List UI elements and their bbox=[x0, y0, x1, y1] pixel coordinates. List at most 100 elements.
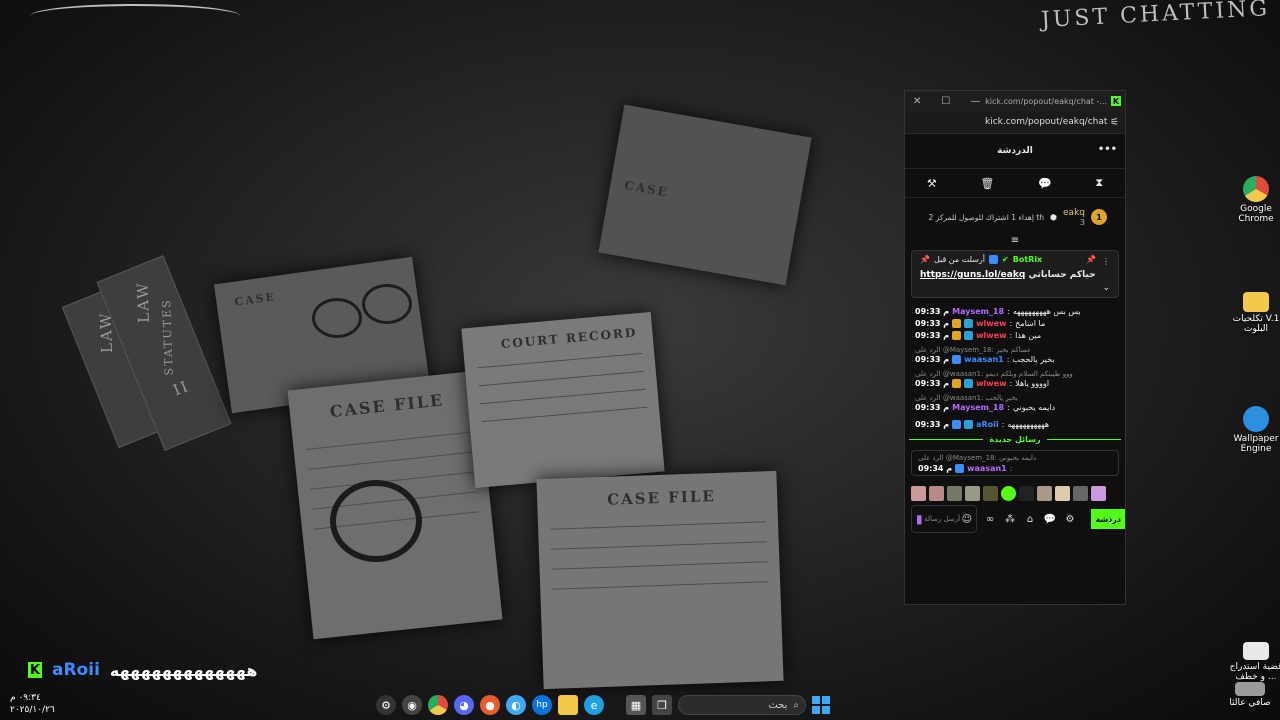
discord-icon[interactable]: ◕ bbox=[454, 695, 474, 715]
dots-menu-icon[interactable]: ⋮ bbox=[1102, 257, 1110, 266]
trash-icon[interactable]: 🗑 bbox=[980, 177, 994, 190]
more-options-icon[interactable]: ••• bbox=[1098, 144, 1117, 155]
chat-message[interactable]: 09:34 م waasan1: bbox=[918, 464, 1112, 473]
message-text: دايمه يحبوني bbox=[1012, 403, 1056, 412]
emote-icon[interactable] bbox=[965, 486, 980, 501]
leaderboard-count: 3 bbox=[1079, 217, 1085, 227]
pinned-message[interactable]: ⋮ 📌 أرسلت من قبل ✔ BotRix 📌 https://guns… bbox=[911, 250, 1119, 298]
desktop-icon-game[interactable]: صافي عالثا bbox=[1222, 682, 1278, 708]
hp-icon[interactable]: hp bbox=[532, 695, 552, 715]
desktop-icon-folder[interactable]: تكلحيات V.1 البلوت bbox=[1228, 292, 1280, 334]
book-volume: II bbox=[170, 376, 193, 400]
new-messages-label: رسائل جديدة bbox=[989, 435, 1041, 444]
reply-context[interactable]: الرد على @Maysem_18: عساكم بخير bbox=[915, 346, 1115, 354]
chat-message[interactable]: 09:33 م waasan1: بخير يالحجب bbox=[915, 355, 1115, 364]
windows-start-icon[interactable] bbox=[812, 696, 830, 714]
message-username[interactable]: waasan1 bbox=[964, 355, 1004, 364]
message-username[interactable]: Maysem_18 bbox=[952, 403, 1004, 412]
message-username[interactable]: waasan1 bbox=[967, 464, 1007, 473]
task-view-icon[interactable]: ❐ bbox=[652, 695, 672, 715]
chrome-taskbar-icon[interactable] bbox=[428, 695, 448, 715]
store-icon[interactable]: ▦ bbox=[626, 695, 646, 715]
edge-icon[interactable]: e bbox=[584, 695, 604, 715]
app-icon[interactable]: ● bbox=[480, 695, 500, 715]
emote-icon[interactable] bbox=[1019, 486, 1034, 501]
emote-icon[interactable] bbox=[947, 486, 962, 501]
crown-badge-icon bbox=[952, 379, 962, 388]
chat-input[interactable]: ▮ أرسل رسالة ☺ bbox=[911, 505, 977, 533]
case-file-title: CASE FILE bbox=[328, 390, 446, 422]
message-username[interactable]: wlwew bbox=[976, 331, 1006, 340]
emote-icon[interactable] bbox=[1091, 486, 1106, 501]
message-time: 09:33 م bbox=[915, 319, 950, 328]
emote-icon[interactable] bbox=[1037, 486, 1052, 501]
desktop-icon-label: صافي عالثا bbox=[1229, 698, 1271, 708]
hourglass-icon[interactable]: ⧗ bbox=[1095, 176, 1103, 190]
input-placeholder: أرسل رسالة bbox=[924, 515, 961, 523]
message-username[interactable]: wlwew bbox=[976, 379, 1006, 388]
hammer-icon[interactable]: ⚒ bbox=[927, 177, 937, 190]
glasses-left bbox=[312, 298, 362, 338]
chat-bubble-icon[interactable]: 💬 bbox=[1038, 177, 1052, 190]
message-username[interactable]: wlwew bbox=[976, 319, 1006, 328]
emote-icon[interactable] bbox=[929, 486, 944, 501]
sub-badge-icon bbox=[964, 420, 974, 429]
chat-message[interactable]: 09:33 م wlwew: ما اسامح bbox=[915, 319, 1115, 328]
collapse-icon[interactable]: ≡ bbox=[905, 236, 1125, 248]
emote-icon[interactable] bbox=[983, 486, 998, 501]
system-clock[interactable]: ٠٩:٣٤ م ٢٠٢٥/١٠/٢٦ bbox=[10, 692, 55, 716]
chat-message[interactable]: 09:33 م Maysem_18: بس بس هههههههههه bbox=[915, 307, 1115, 316]
desktop-icon-wallpaper-engine[interactable]: Wallpaper Engine bbox=[1228, 406, 1280, 454]
chat-message[interactable]: 09:33 م Maysem_18: دايمه يحبوني bbox=[915, 403, 1115, 412]
file-explorer-icon[interactable] bbox=[558, 695, 578, 715]
chat-message[interactable]: 09:33 م wlwew: اوووو ياهلا bbox=[915, 379, 1115, 388]
close-icon[interactable]: ✕ bbox=[913, 96, 921, 107]
minimize-icon[interactable]: — bbox=[970, 96, 980, 107]
tab-url: kick.com/popout/eakq/chat -... bbox=[985, 96, 1107, 106]
address-bar[interactable]: kick.com/popout/eakq/chat ⚟ bbox=[905, 111, 1125, 134]
chat-bubble-icon[interactable]: 💬 bbox=[1043, 514, 1057, 525]
pinned-link[interactable]: https://guns.lol/eakq bbox=[920, 270, 1025, 280]
message-username[interactable]: aRoii bbox=[976, 420, 999, 429]
maximize-icon[interactable]: ☐ bbox=[941, 96, 950, 107]
emote-icon[interactable] bbox=[911, 486, 926, 501]
taskbar-search[interactable]: بحث ⌕ bbox=[678, 695, 806, 715]
verified-emote-icon[interactable] bbox=[1001, 486, 1016, 501]
site-settings-icon[interactable]: ⚟ bbox=[1110, 117, 1119, 128]
sub-badge-icon bbox=[964, 379, 974, 388]
message-text: بس بس هههههههههه bbox=[1012, 307, 1081, 316]
emote-icon[interactable] bbox=[1073, 486, 1088, 501]
chat-message[interactable]: 09:33 م wlwew: مين هذا bbox=[915, 331, 1115, 340]
reply-context[interactable]: الرد على @waasan1: ووو طيبتكم السلام وبل… bbox=[915, 370, 1115, 378]
gear-icon[interactable]: ⚙ bbox=[1063, 514, 1077, 525]
reply-context[interactable]: الرد على @waasan1: بخير يالحب bbox=[915, 394, 1115, 402]
gift-leaderboard[interactable]: إهداء 1 اشتراك للوصول للمركز 2 th ⬢ eakq… bbox=[905, 198, 1125, 236]
desktop-icon-document[interactable]: قضية استدراج ... و خطف bbox=[1228, 642, 1280, 682]
message-text: بخير يالحجب bbox=[1012, 355, 1055, 364]
gift-icon: ⬢ bbox=[1050, 212, 1058, 222]
desktop-icon-chrome[interactable]: Google Chrome bbox=[1228, 176, 1280, 224]
case-file-paper-2: CASE FILE bbox=[536, 470, 784, 690]
chat-message[interactable]: 09:33 م aRoii: ههههههههههه bbox=[915, 420, 1115, 429]
case-label: CASE bbox=[623, 177, 670, 200]
obs-icon[interactable]: ◉ bbox=[402, 695, 422, 715]
court-record-title: COURT RECORD bbox=[500, 325, 638, 352]
emoji-icon[interactable]: ☺ bbox=[962, 514, 972, 525]
case-file-title: CASE FILE bbox=[606, 487, 717, 509]
browser-icon[interactable]: ◐ bbox=[506, 695, 526, 715]
settings-icon[interactable]: ⚙ bbox=[376, 695, 396, 715]
message-username[interactable]: Maysem_18 bbox=[952, 307, 1004, 316]
infinity-icon[interactable]: ∞ bbox=[983, 514, 997, 525]
users-icon[interactable]: ⁂ bbox=[1003, 514, 1017, 525]
emote-icon[interactable] bbox=[1055, 486, 1070, 501]
overlay-message: هههههههههههههه bbox=[109, 660, 258, 680]
leaderboard-user: eakq 3 bbox=[1063, 208, 1085, 227]
latest-reply-message[interactable]: الرد على @Maysem_18: دايمه يحبوني 09:34 … bbox=[911, 450, 1119, 476]
send-chat-button[interactable]: دردشة bbox=[1091, 509, 1125, 529]
store-icon[interactable]: ⌂ bbox=[1023, 514, 1037, 525]
pinned-prefix: أرسلت من قبل bbox=[933, 255, 986, 264]
mic-icon[interactable]: ▮ bbox=[916, 512, 923, 526]
case-label: CASE bbox=[233, 290, 277, 309]
chevron-down-icon[interactable]: ⌄ bbox=[1102, 283, 1110, 293]
